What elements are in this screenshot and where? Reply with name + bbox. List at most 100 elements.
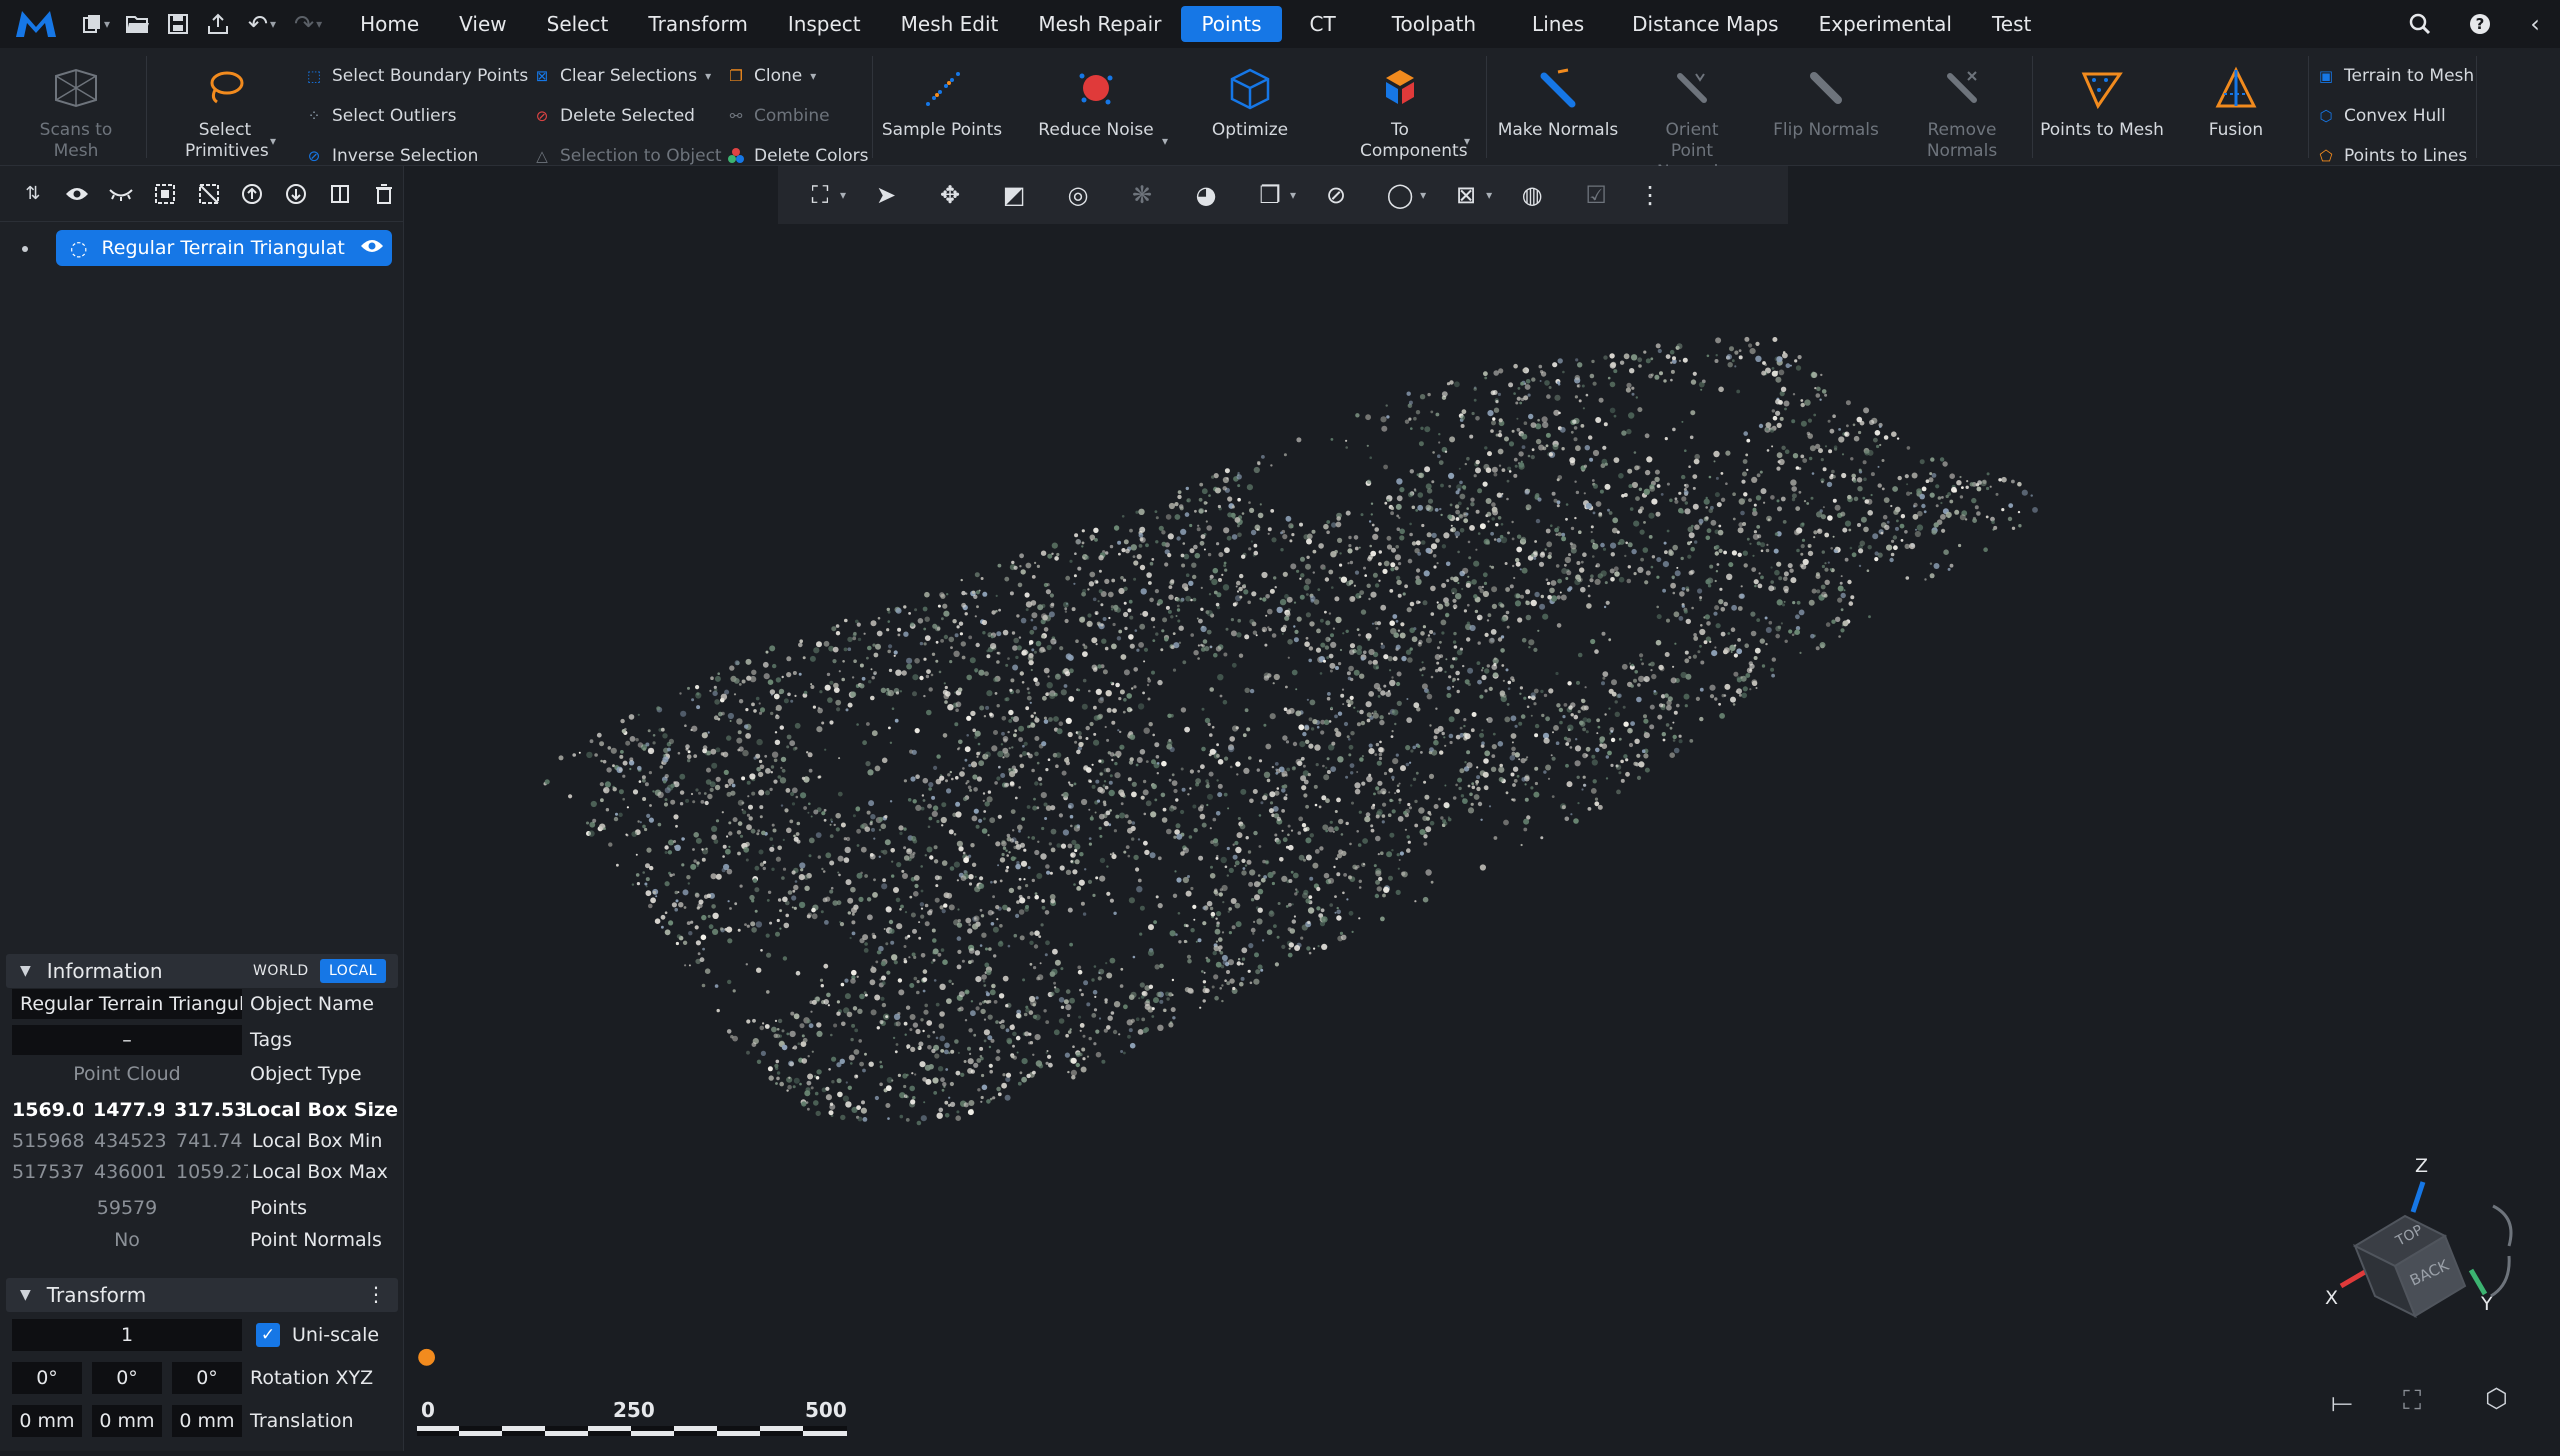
3d-viewport[interactable]: ⛶ ▾ ➤ ✥ ◩ ◎ ❋ ◕ ❐ ▾ ⊘ ◯ ▾ ⊠ ▾ ◍ ☑ ⋮ ● 0 …: [405, 166, 2560, 1451]
cloud-point: [1714, 551, 1720, 556]
export-icon[interactable]: [198, 0, 238, 48]
convex-hull-button[interactable]: ⬡ Convex Hull: [2316, 103, 2445, 129]
information-header[interactable]: ▼ Information WORLD LOCAL: [6, 954, 398, 988]
scans-to-mesh-button[interactable]: Scans to Mesh: [16, 62, 136, 162]
translation-x-input[interactable]: 0 mm: [12, 1405, 82, 1437]
combine-button[interactable]: ⚯ Combine: [726, 103, 830, 129]
cloud-point: [1120, 967, 1124, 971]
cloud-point: [903, 631, 909, 637]
cloud-point: [1708, 508, 1714, 514]
cloud-point: [1742, 459, 1748, 464]
rotation-y-input[interactable]: 0°: [92, 1362, 162, 1394]
terrain-to-mesh-button[interactable]: ▣ Terrain to Mesh: [2316, 63, 2474, 89]
tab-mesh-edit[interactable]: Mesh Edit: [881, 6, 1019, 42]
tab-mesh-repair[interactable]: Mesh Repair: [1018, 6, 1181, 42]
tab-transform[interactable]: Transform: [628, 6, 767, 42]
tab-test[interactable]: Test: [1972, 6, 2051, 42]
chevron-down-icon[interactable]: ▾: [270, 17, 276, 31]
point-cloud[interactable]: [405, 166, 2560, 1451]
chevron-down-icon[interactable]: ▾: [1162, 134, 1168, 148]
save-icon[interactable]: [158, 0, 198, 48]
app-logo-icon[interactable]: [0, 0, 72, 48]
translation-z-input[interactable]: 0 mm: [172, 1405, 242, 1437]
chevron-down-icon[interactable]: ▾: [705, 69, 711, 83]
tab-home[interactable]: Home: [340, 6, 439, 42]
cloud-point: [1567, 681, 1572, 686]
chevron-down-icon[interactable]: ▾: [316, 17, 322, 31]
cloud-point: [1780, 386, 1787, 392]
more-options-icon[interactable]: ⋮: [366, 1282, 386, 1306]
cloud-point: [1666, 700, 1672, 706]
visibility-eye-icon[interactable]: [360, 237, 384, 259]
optimize-button[interactable]: Optimize: [1190, 62, 1310, 141]
collapse-icon[interactable]: ‹: [2510, 0, 2560, 48]
clear-selections-button[interactable]: ⊠ Clear Selections ▾: [532, 63, 711, 89]
cloud-point: [1868, 615, 1871, 619]
tab-select[interactable]: Select: [527, 6, 629, 42]
fusion-button[interactable]: Fusion: [2176, 62, 2296, 141]
tab-points[interactable]: Points: [1181, 6, 1282, 42]
cloud-point: [1391, 676, 1394, 679]
rotation-x-input[interactable]: 0°: [12, 1362, 82, 1394]
tab-inspect[interactable]: Inspect: [768, 6, 881, 42]
translation-y-input[interactable]: 0 mm: [92, 1405, 162, 1437]
eye-closed-icon[interactable]: [102, 174, 140, 214]
search-icon[interactable]: [2390, 0, 2450, 48]
cloud-point: [941, 617, 944, 621]
cloud-point: [1315, 763, 1319, 767]
tab-view[interactable]: View: [439, 6, 526, 42]
rotation-z-input[interactable]: 0°: [172, 1362, 242, 1394]
reduce-noise-button[interactable]: Reduce Noise: [1036, 62, 1156, 141]
select-all-icon[interactable]: [146, 174, 184, 214]
tags-field[interactable]: –: [12, 1025, 242, 1055]
cloud-point: [1026, 905, 1029, 908]
local-toggle[interactable]: LOCAL: [320, 959, 386, 983]
clone-button[interactable]: ❐ Clone ▾: [726, 63, 816, 89]
world-toggle[interactable]: WORLD: [244, 959, 318, 983]
chevron-down-icon[interactable]: ▾: [104, 17, 110, 31]
sort-icon[interactable]: ⇅: [14, 174, 52, 214]
make-normals-button[interactable]: Make Normals: [1494, 62, 1622, 141]
chevron-down-icon[interactable]: ▾: [1464, 134, 1470, 148]
select-outliers-button[interactable]: ⁘ Select Outliers: [304, 103, 457, 129]
orient-point-normals-button[interactable]: Orient Point Normals: [1632, 62, 1752, 183]
cloud-point: [937, 1066, 944, 1072]
open-folder-icon[interactable]: [118, 0, 158, 48]
cloud-point: [696, 864, 699, 867]
cloud-point: [1035, 640, 1042, 647]
deselect-icon[interactable]: [190, 174, 228, 214]
tab-lines[interactable]: Lines: [1504, 6, 1612, 42]
flip-normals-button[interactable]: Flip Normals: [1766, 62, 1886, 141]
trash-icon[interactable]: [365, 174, 403, 214]
tab-toolpath[interactable]: Toolpath: [1364, 6, 1504, 42]
tab-distance-maps[interactable]: Distance Maps: [1612, 6, 1798, 42]
object-name-field[interactable]: Regular Terrain Triangulation: [12, 989, 242, 1019]
tab-ct[interactable]: CT: [1282, 6, 1364, 42]
move-up-icon[interactable]: [233, 174, 271, 214]
chevron-down-icon[interactable]: ▾: [270, 134, 276, 148]
select-boundary-points-button[interactable]: ⬚ Select Boundary Points: [304, 63, 528, 89]
cloud-point: [1199, 1006, 1202, 1009]
to-components-button[interactable]: To Components: [1340, 62, 1468, 162]
cloud-point: [1370, 502, 1374, 505]
help-icon[interactable]: ?: [2450, 0, 2510, 48]
cloud-point: [835, 827, 840, 832]
points-to-mesh-button[interactable]: Points to Mesh: [2040, 62, 2164, 141]
information-title: Information: [46, 959, 163, 983]
sample-points-button[interactable]: Sample Points: [880, 62, 1004, 141]
move-down-icon[interactable]: [277, 174, 315, 214]
cloud-point: [1493, 836, 1498, 840]
transform-header[interactable]: ▼ Transform ⋮: [6, 1278, 398, 1312]
cloud-point: [1205, 784, 1210, 789]
split-view-icon[interactable]: [321, 174, 359, 214]
tab-experimental[interactable]: Experimental: [1799, 6, 1972, 42]
remove-normals-button[interactable]: Remove Normals: [1902, 62, 2022, 162]
cloud-point: [1699, 716, 1704, 722]
scale-input[interactable]: 1: [12, 1319, 242, 1351]
tree-item-terrain[interactable]: ◌ Regular Terrain Triangulation: [56, 230, 392, 266]
cloud-point: [1493, 538, 1497, 541]
eye-icon[interactable]: [58, 174, 96, 214]
uniscale-checkbox[interactable]: ✓: [256, 1323, 280, 1347]
delete-selected-button[interactable]: ⊘ Delete Selected: [532, 103, 695, 129]
chevron-down-icon[interactable]: ▾: [810, 69, 816, 83]
